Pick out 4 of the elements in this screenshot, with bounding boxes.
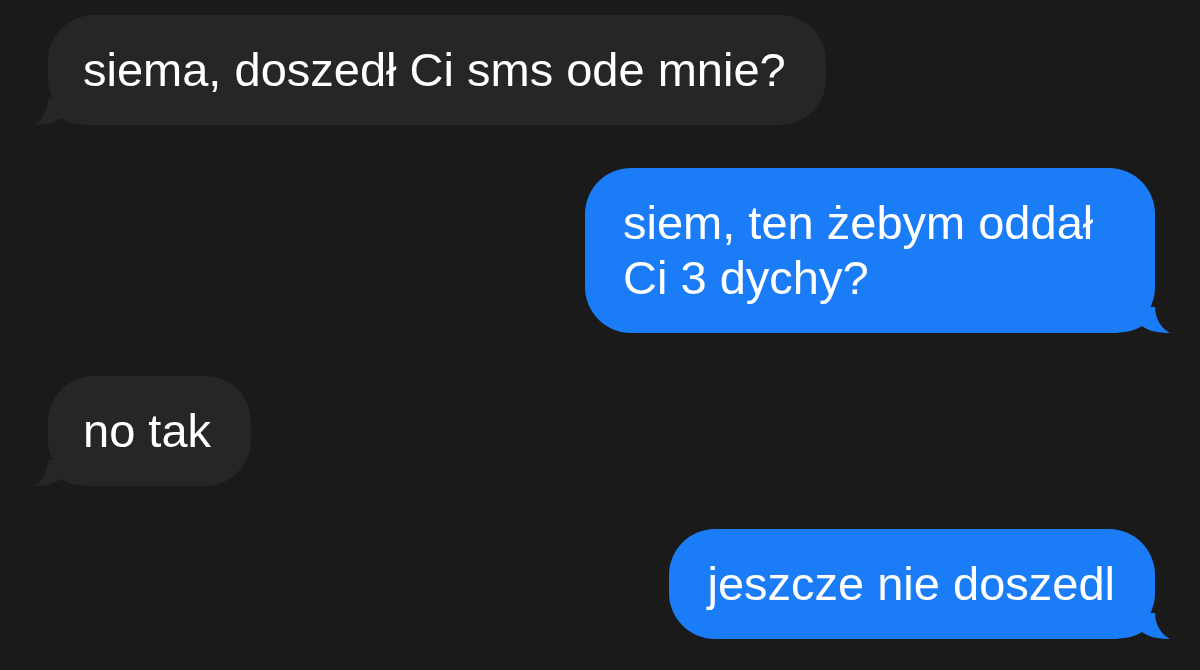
message-text: jeszcze nie doszedl <box>707 556 1115 611</box>
message-text: siema, doszedł Ci sms ode mnie? <box>83 42 786 97</box>
message-text: siem, ten żebym oddał Ci 3 dychy? <box>623 195 1095 305</box>
message-text: no tak <box>83 403 212 458</box>
